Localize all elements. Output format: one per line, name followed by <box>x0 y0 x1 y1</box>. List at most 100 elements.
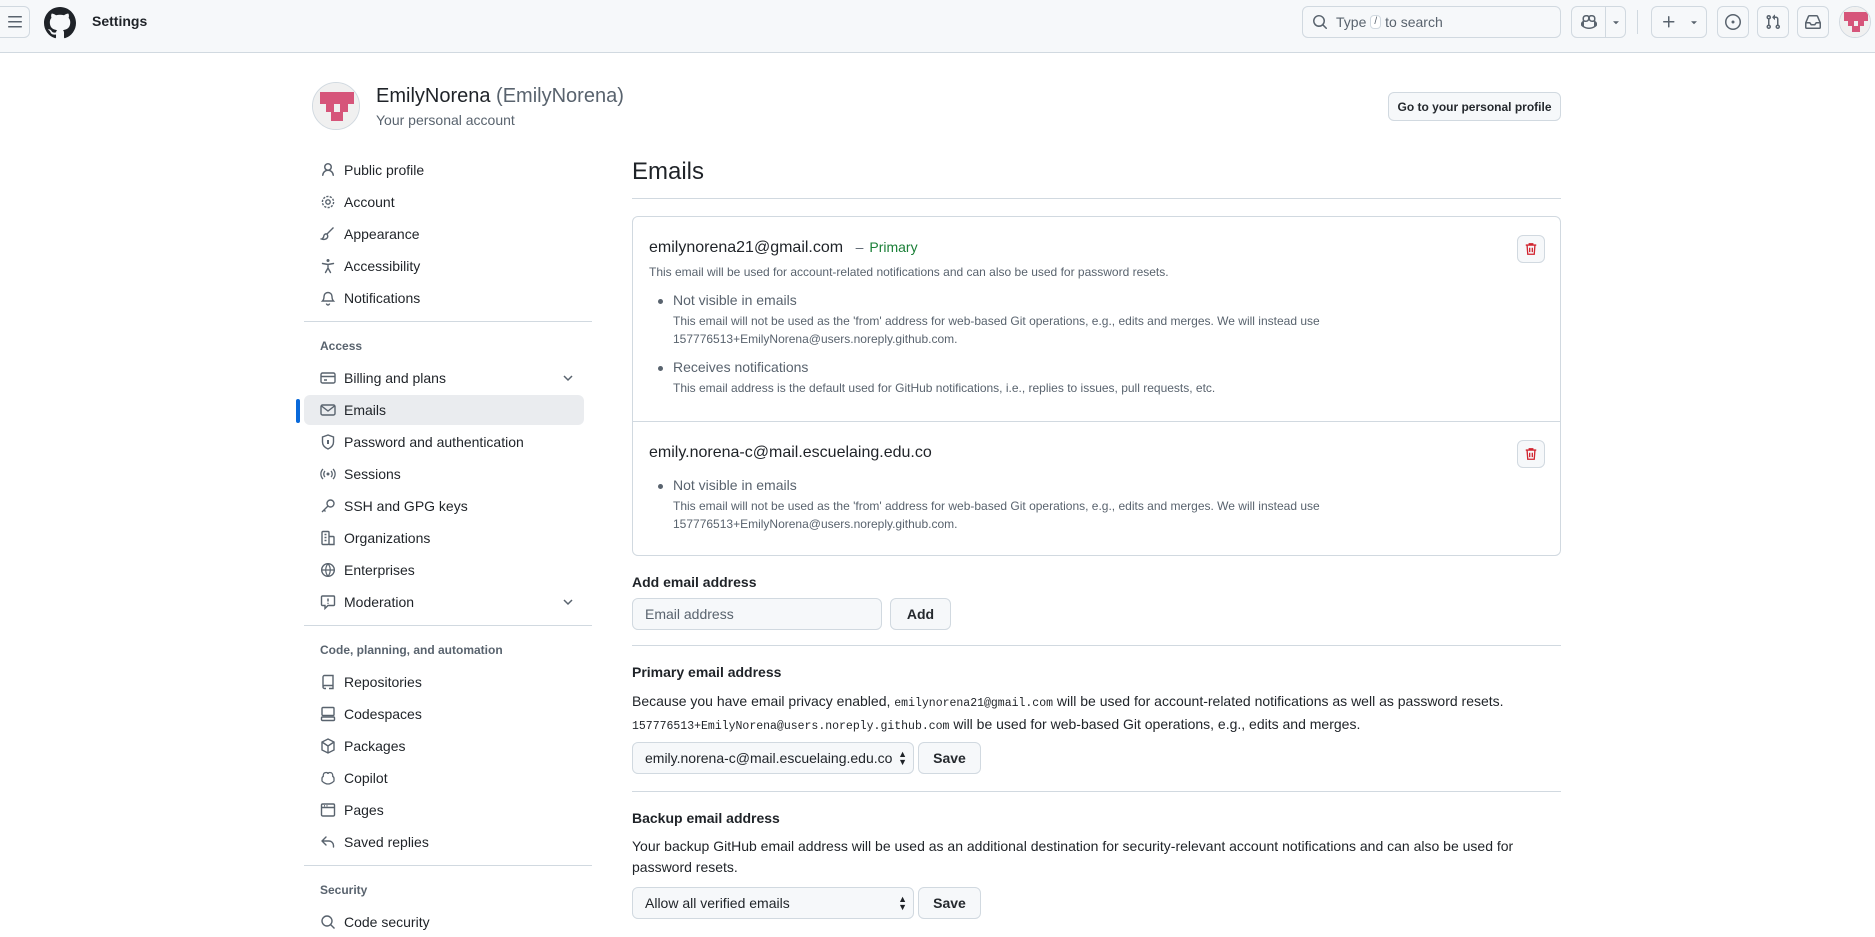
primary-badge: – Primary <box>856 239 918 255</box>
bullet-dot <box>658 366 663 371</box>
copilot-button-group[interactable] <box>1571 6 1626 38</box>
chevron-down-icon <box>1691 21 1697 25</box>
global-header: Settings Type / to search <box>0 0 1875 53</box>
accessibility-icon <box>320 258 336 274</box>
go-to-profile-button[interactable]: Go to your personal profile <box>1388 92 1561 121</box>
primary-email-selected: emily.norena-c@mail.escuelaing.edu.co <box>645 750 893 766</box>
primary-email-description: Because you have email privacy enabled, … <box>632 691 1532 737</box>
sidebar-item-account[interactable]: Account <box>304 187 584 217</box>
sidebar-item-ssh-gpg[interactable]: SSH and GPG keys <box>304 491 584 521</box>
sidebar-item-public-profile[interactable]: Public profile <box>304 155 584 185</box>
hamburger-icon <box>7 16 22 28</box>
sidebar-item-accessibility[interactable]: Accessibility <box>304 251 584 281</box>
sidebar-item-label: Enterprises <box>344 562 415 578</box>
chevron-down-icon[interactable] <box>560 370 576 386</box>
sidebar-item-copilot[interactable]: Copilot <box>304 763 584 793</box>
codescan-icon <box>320 914 336 930</box>
sidebar-item-label: Codespaces <box>344 706 422 722</box>
sidebar-item-codespaces[interactable]: Codespaces <box>304 699 584 729</box>
backup-email-description: Your backup GitHub email address will be… <box>632 838 1514 875</box>
email-address-text: emilynorena21@gmail.com <box>649 239 844 256</box>
sidebar-item-label: Packages <box>344 738 406 754</box>
save-backup-email-button[interactable]: Save <box>918 887 981 919</box>
email-address-input[interactable] <box>632 598 882 630</box>
email-address-text: emily.norena-c@mail.escuelaing.edu.co <box>649 444 932 461</box>
issues-button[interactable] <box>1717 6 1749 38</box>
context-title[interactable]: Settings <box>92 13 147 29</box>
primary-badge-label: Primary <box>869 239 918 255</box>
sidebar-item-code-security[interactable]: Code security <box>304 907 584 937</box>
account-avatar <box>312 82 360 130</box>
email-address: emilynorena21@gmail.com – Primary <box>649 239 918 257</box>
plus-icon <box>1663 16 1675 28</box>
sidebar-item-label: Billing and plans <box>344 370 446 386</box>
sidebar-item-repositories[interactable]: Repositories <box>304 667 584 697</box>
copilot-icon <box>320 770 336 786</box>
menu-button[interactable] <box>0 6 30 38</box>
sidebar-item-label: Sessions <box>344 466 401 482</box>
copilot-icon[interactable] <box>1581 14 1597 30</box>
backup-email-selected: Allow all verified emails <box>645 895 790 911</box>
email-address: emily.norena-c@mail.escuelaing.edu.co <box>649 444 932 462</box>
search-shortcut-key: / <box>1370 15 1382 29</box>
trash-icon <box>1525 448 1537 460</box>
github-logo-icon[interactable] <box>44 7 76 39</box>
sidebar-item-label: Code security <box>344 914 430 930</box>
sidebar-item-label: Account <box>344 194 395 210</box>
save-primary-email-button[interactable]: Save <box>918 742 981 774</box>
sidebar-item-enterprises[interactable]: Enterprises <box>304 555 584 585</box>
email-property-description: This email address is the default used f… <box>673 381 1216 395</box>
account-display-name[interactable]: EmilyNorena <box>376 85 490 107</box>
sidebar-item-saved-replies[interactable]: Saved replies <box>304 827 584 857</box>
section-divider <box>632 791 1561 792</box>
sidebar-item-sessions[interactable]: Sessions <box>304 459 584 489</box>
email-property-description: This email will not be used as the 'from… <box>673 499 1320 531</box>
sidebar-item-emails[interactable]: Emails <box>296 395 584 425</box>
sidebar-item-password[interactable]: Password and authentication <box>304 427 584 457</box>
delete-email-button[interactable] <box>1517 440 1545 468</box>
backup-email-select[interactable]: Allow all verified emails ▲ ▼ <box>632 887 914 919</box>
email-description: This email will be used for account-rela… <box>649 265 1169 279</box>
add-email-button[interactable]: Add <box>890 598 951 630</box>
sidebar-item-label: SSH and GPG keys <box>344 498 468 514</box>
inbox-button[interactable] <box>1797 6 1829 38</box>
user-avatar[interactable] <box>1839 6 1871 38</box>
email-list-item: emilynorena21@gmail.com – Primary This em… <box>633 217 1560 421</box>
sidebar-heading-access: Access <box>320 339 363 353</box>
inbox-icon <box>1805 14 1821 29</box>
chevron-down-icon[interactable] <box>1610 16 1622 28</box>
pull-requests-button[interactable] <box>1757 6 1789 38</box>
sidebar-item-label: Saved replies <box>344 834 429 850</box>
primary-desc-email: emilynorena21@gmail.com <box>894 697 1054 710</box>
sidebar-item-label: Accessibility <box>344 258 421 274</box>
primary-email-label: Primary email address <box>632 664 782 680</box>
search-input[interactable]: Type / to search <box>1302 6 1561 38</box>
chevron-down-icon[interactable] <box>560 594 576 610</box>
sidebar-divider <box>304 865 592 866</box>
browser-icon <box>320 802 336 818</box>
sidebar-item-appearance[interactable]: Appearance <box>304 219 584 249</box>
sidebar-item-notifications[interactable]: Notifications <box>304 283 584 313</box>
reply-icon <box>320 834 336 850</box>
paintbrush-icon <box>320 226 336 242</box>
primary-desc-text-3: will be used for web-based Git operation… <box>953 716 1361 732</box>
sidebar-item-pages[interactable]: Pages <box>304 795 584 825</box>
sidebar-item-billing[interactable]: Billing and plans <box>304 363 584 393</box>
delete-email-button[interactable] <box>1517 235 1545 263</box>
select-arrows-icon: ▲ ▼ <box>898 894 907 912</box>
person-icon <box>320 162 336 178</box>
bell-icon <box>320 290 336 306</box>
sidebar-heading-security: Security <box>320 883 368 897</box>
git-pull-request-icon <box>1766 14 1781 30</box>
sidebar-item-label: Pages <box>344 802 384 818</box>
title-divider <box>632 198 1561 199</box>
email-property-title: Receives notifications <box>673 359 809 375</box>
create-new-button[interactable] <box>1651 6 1707 38</box>
sidebar-item-packages[interactable]: Packages <box>304 731 584 761</box>
noreply-email: 157776513+EmilyNorena@users.noreply.gith… <box>632 720 950 733</box>
sidebar-item-organizations[interactable]: Organizations <box>304 523 584 553</box>
primary-email-select[interactable]: emily.norena-c@mail.escuelaing.edu.co ▲ ▼ <box>632 742 914 774</box>
divider <box>1605 7 1606 37</box>
add-email-label: Add email address <box>632 574 757 590</box>
sidebar-item-moderation[interactable]: Moderation <box>304 587 584 617</box>
